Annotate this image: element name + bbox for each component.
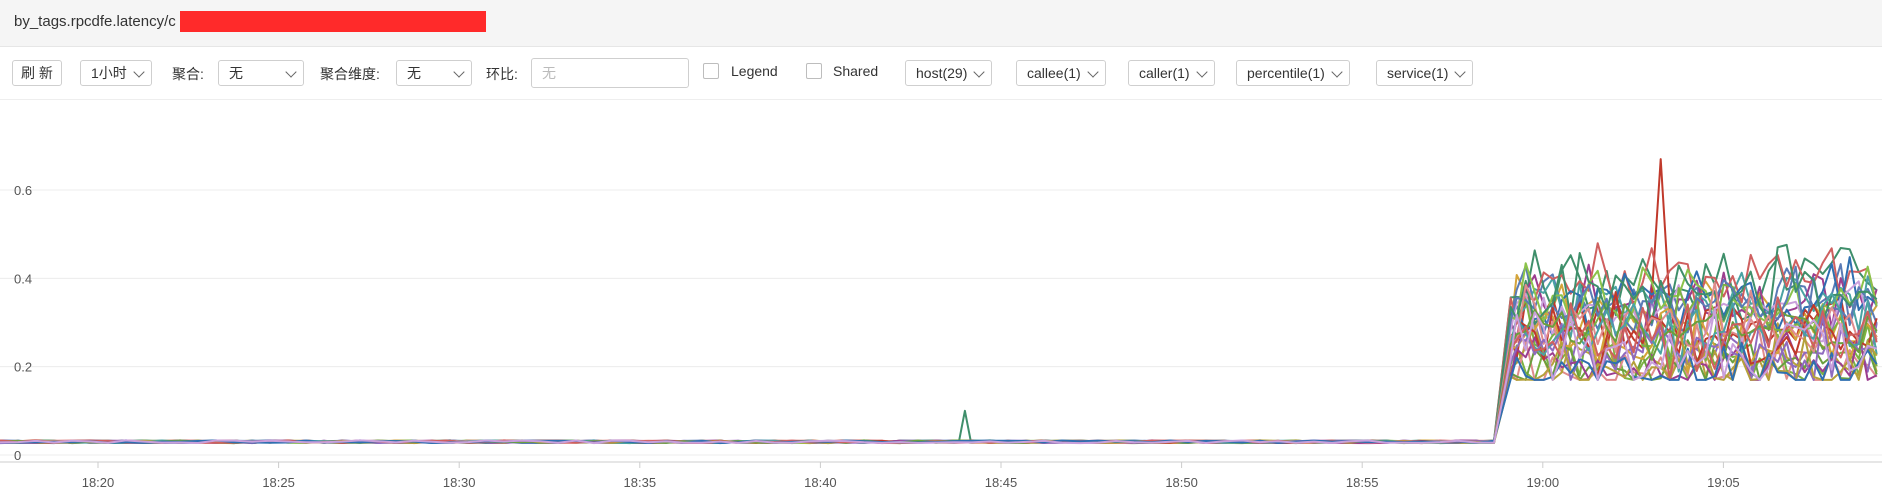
filter-percentile-label: percentile(1)	[1247, 65, 1325, 81]
agg-dim-value: 无	[407, 65, 421, 81]
x-tick-label: 18:30	[443, 475, 476, 490]
y-tick-label: 0.6	[14, 183, 32, 198]
chevron-down-icon	[1087, 66, 1099, 78]
x-tick-label: 18:35	[624, 475, 657, 490]
filter-service-select[interactable]: service(1)	[1376, 60, 1474, 86]
chevron-down-icon	[1331, 66, 1343, 78]
chevron-down-icon	[973, 66, 986, 78]
y-tick-label: 0.4	[14, 271, 32, 286]
filter-caller-select[interactable]: caller(1)	[1128, 60, 1215, 86]
filter-host-select[interactable]: host(29)	[905, 60, 993, 86]
chevron-down-icon	[1454, 66, 1467, 78]
y-tick-label: 0	[14, 448, 21, 463]
redaction-block	[180, 11, 486, 32]
aggregate-value: 无	[229, 65, 243, 81]
x-tick-label: 18:45	[985, 475, 1018, 490]
aggregate-select[interactable]: 无	[218, 60, 304, 86]
toolbar: 刷 新 1小时 聚合: 无 聚合维度: 无 环比: 无 Legend Share…	[0, 47, 1882, 100]
agg-dim-select[interactable]: 无	[396, 60, 472, 86]
panel-title: by_tags.rpcdfe.latency/c	[14, 13, 176, 30]
x-tick-label: 18:20	[82, 475, 115, 490]
refresh-button[interactable]: 刷 新	[12, 60, 62, 86]
legend-checkbox[interactable]	[703, 63, 719, 79]
filter-host-label: host(29)	[916, 65, 968, 81]
series-line	[0, 320, 1878, 445]
x-tick-label: 18:50	[1165, 475, 1198, 490]
x-tick-label: 18:25	[262, 475, 295, 490]
time-range-value: 1小时	[91, 65, 127, 81]
chevron-down-icon	[133, 66, 145, 78]
time-range-select[interactable]: 1小时	[80, 60, 152, 86]
series-line	[0, 321, 1878, 444]
chevron-down-icon	[285, 66, 297, 78]
x-tick-label: 19:00	[1527, 475, 1560, 490]
legend-checkbox-label: Legend	[731, 63, 778, 79]
agg-dim-label: 聚合维度:	[320, 66, 380, 82]
filter-caller-label: caller(1)	[1139, 65, 1190, 81]
ratio-input[interactable]: 无	[531, 58, 689, 88]
x-tick-label: 19:05	[1707, 475, 1740, 490]
aggregate-label: 聚合:	[172, 66, 204, 82]
chevron-down-icon	[453, 66, 465, 78]
filter-callee-label: callee(1)	[1027, 65, 1081, 81]
shared-checkbox[interactable]	[806, 63, 822, 79]
filter-callee-select[interactable]: callee(1)	[1016, 60, 1106, 86]
panel-header: by_tags.rpcdfe.latency/c	[0, 0, 1882, 47]
ratio-label: 环比:	[486, 66, 518, 82]
x-tick-label: 18:40	[804, 475, 837, 490]
filter-service-label: service(1)	[1387, 65, 1449, 81]
filter-percentile-select[interactable]: percentile(1)	[1236, 60, 1350, 86]
shared-checkbox-label: Shared	[833, 63, 879, 79]
latency-line-chart[interactable]: 0 0.2 0.4 0.6 18:20 18:25 18:30 18:35 18:40 18:45…	[0, 100, 1882, 500]
y-tick-label: 0.2	[14, 360, 32, 375]
x-tick-label: 18:55	[1346, 475, 1379, 490]
chevron-down-icon	[1195, 66, 1208, 78]
